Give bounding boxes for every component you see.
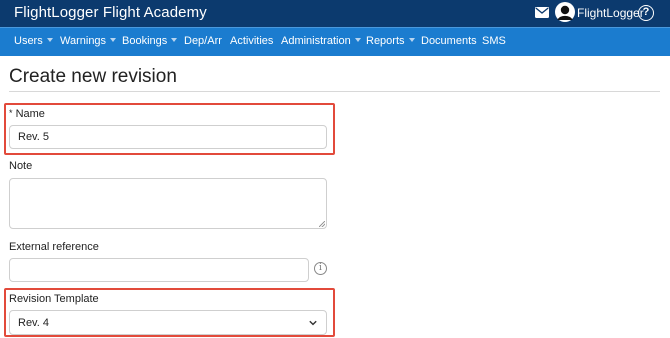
- revision-template-value: Rev. 4: [18, 317, 49, 329]
- note-label: Note: [9, 160, 33, 172]
- page-title: Create new revision: [9, 66, 177, 87]
- main-nav: Users Warnings Bookings Dep/Arr Activiti…: [0, 27, 670, 56]
- external-reference-label: External reference: [9, 241, 99, 253]
- nav-label: Dep/Arr: [184, 35, 222, 47]
- resize-handle-icon[interactable]: [319, 221, 325, 227]
- nav-reports[interactable]: Reports: [366, 35, 415, 47]
- caret-down-icon: [110, 38, 117, 42]
- nav-warnings[interactable]: Warnings: [60, 35, 117, 47]
- note-textarea[interactable]: [9, 178, 327, 229]
- nav-label: SMS: [482, 35, 506, 47]
- name-label-text: Name: [15, 108, 45, 120]
- name-label: * Name: [9, 108, 45, 120]
- caret-down-icon: [46, 38, 53, 42]
- title-divider: [9, 91, 660, 92]
- nav-users[interactable]: Users: [14, 35, 53, 47]
- top-header: FlightLogger Flight Academy FlightLogger…: [0, 0, 670, 27]
- app-title[interactable]: FlightLogger Flight Academy: [14, 4, 207, 21]
- help-icon[interactable]: ?: [638, 5, 654, 21]
- nav-dep-arr[interactable]: Dep/Arr: [184, 35, 222, 47]
- nav-label: Activities: [230, 35, 274, 47]
- nav-activities[interactable]: Activities: [230, 35, 273, 47]
- caret-down-icon: [354, 38, 361, 42]
- nav-documents[interactable]: Documents: [421, 35, 477, 47]
- mail-icon[interactable]: [535, 7, 549, 18]
- revision-template-select[interactable]: Rev. 4: [9, 310, 327, 335]
- nav-label: Documents: [421, 35, 477, 47]
- nav-label: Users: [14, 35, 43, 47]
- nav-label: Administration: [281, 35, 351, 47]
- chevron-down-icon: [309, 320, 317, 326]
- user-name[interactable]: FlightLogger: [577, 6, 644, 20]
- nav-label: Bookings: [122, 35, 168, 47]
- info-icon[interactable]: i: [314, 262, 327, 275]
- nav-label: Warnings: [60, 35, 107, 47]
- required-marker: *: [9, 108, 13, 118]
- avatar[interactable]: [555, 2, 575, 24]
- nav-bookings[interactable]: Bookings: [122, 35, 178, 47]
- nav-sms[interactable]: SMS: [482, 35, 506, 47]
- caret-down-icon: [408, 38, 415, 42]
- nav-label: Reports: [366, 35, 405, 47]
- name-input[interactable]: [9, 125, 327, 149]
- external-reference-input[interactable]: [9, 258, 309, 282]
- nav-administration[interactable]: Administration: [281, 35, 361, 47]
- revision-template-label: Revision Template: [9, 293, 99, 305]
- caret-down-icon: [171, 38, 178, 42]
